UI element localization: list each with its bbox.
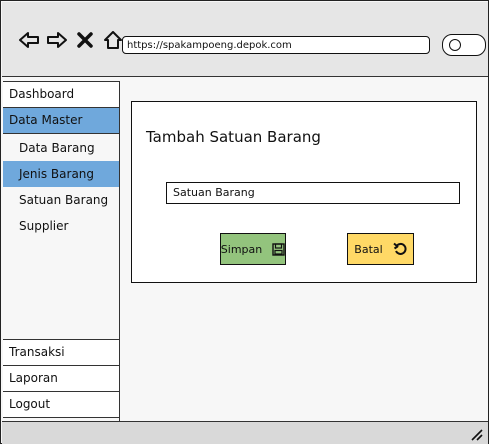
sidebar-subitem-satuan-barang[interactable]: Satuan Barang — [3, 187, 119, 213]
sidebar: Dashboard Data Master Data Barang Jenis … — [3, 81, 120, 421]
page-title: Tambah Satuan Barang — [146, 128, 321, 146]
sidebar-item-logout[interactable]: Logout — [3, 391, 119, 418]
arrow-left-icon[interactable] — [18, 30, 40, 50]
search-icon — [449, 39, 461, 51]
sidebar-item-laporan[interactable]: Laporan — [3, 365, 119, 392]
save-button[interactable]: Simpan — [220, 233, 286, 265]
sidebar-subitem-supplier[interactable]: Supplier — [3, 213, 119, 239]
browser-window: https://spakampoeng.depok.com Dashboard … — [0, 0, 489, 444]
nav-buttons — [18, 30, 124, 50]
floppy-disk-icon — [272, 242, 285, 256]
address-bar[interactable]: https://spakampoeng.depok.com — [122, 36, 430, 54]
sidebar-item-transaksi[interactable]: Transaksi — [3, 339, 119, 366]
satuan-barang-input[interactable]: Satuan Barang — [166, 182, 460, 204]
save-button-label: Simpan — [220, 242, 263, 256]
form-panel: Tambah Satuan Barang Satuan Barang Simpa… — [131, 101, 477, 283]
search-button[interactable] — [442, 34, 486, 56]
resize-handle-icon[interactable] — [470, 428, 484, 442]
browser-status-bar — [2, 421, 488, 444]
cancel-button[interactable]: Batal — [347, 233, 414, 265]
sidebar-subitem-jenis-barang[interactable]: Jenis Barang — [3, 161, 119, 187]
sidebar-subitem-data-barang[interactable]: Data Barang — [3, 135, 119, 161]
close-icon[interactable] — [74, 30, 96, 50]
sidebar-item-data-master[interactable]: Data Master — [3, 107, 119, 134]
home-icon[interactable] — [102, 30, 124, 50]
undo-icon — [393, 242, 407, 256]
cancel-button-label: Batal — [354, 242, 383, 256]
sidebar-item-dashboard[interactable]: Dashboard — [3, 81, 119, 108]
arrow-right-icon[interactable] — [46, 30, 68, 50]
browser-toolbar: https://spakampoeng.depok.com — [2, 2, 488, 77]
